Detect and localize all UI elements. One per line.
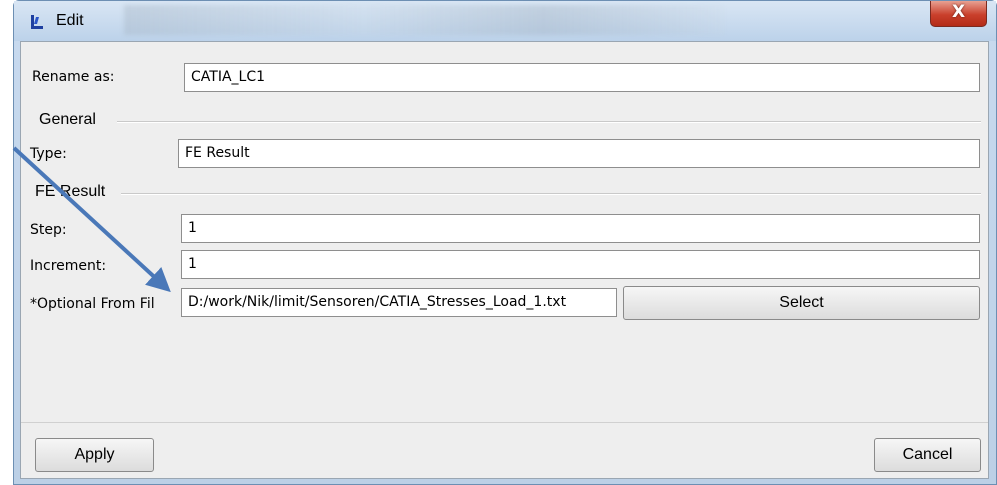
dialog-content: Rename as: CATIA_LC1 General Type: FE Re… [20,41,989,479]
rename-label: Rename as: [32,69,115,85]
step-input[interactable]: 1 [181,214,980,243]
optional-file-input[interactable]: D:/work/Nik/limit/Sensoren/CATIA_Stresse… [181,288,617,317]
title-bar-background-blur [124,5,724,35]
select-button[interactable]: Select [623,286,980,320]
edit-dialog-window: Edit X Rename as: CATIA_LC1 General Type… [13,0,997,485]
rename-input[interactable]: CATIA_LC1 [184,63,980,92]
general-section-heading: General [39,111,96,128]
app-logo-icon [31,15,43,29]
cancel-button[interactable]: Cancel [874,438,981,472]
title-bar[interactable]: Edit X [14,1,996,41]
step-label: Step: [30,222,67,238]
close-button[interactable]: X [930,1,987,27]
apply-button[interactable]: Apply [35,438,154,472]
footer-divider [21,422,988,423]
window-title: Edit [56,12,84,29]
fe-result-separator [121,193,981,194]
general-separator [117,121,981,122]
fe-result-section-heading: FE Result [35,183,106,200]
increment-label: Increment: [30,258,107,274]
close-icon: X [951,2,966,22]
increment-input[interactable]: 1 [181,250,980,279]
type-label: Type: [30,146,67,162]
optional-file-label: *Optional From Fil [30,296,155,312]
type-input[interactable]: FE Result [178,139,980,168]
